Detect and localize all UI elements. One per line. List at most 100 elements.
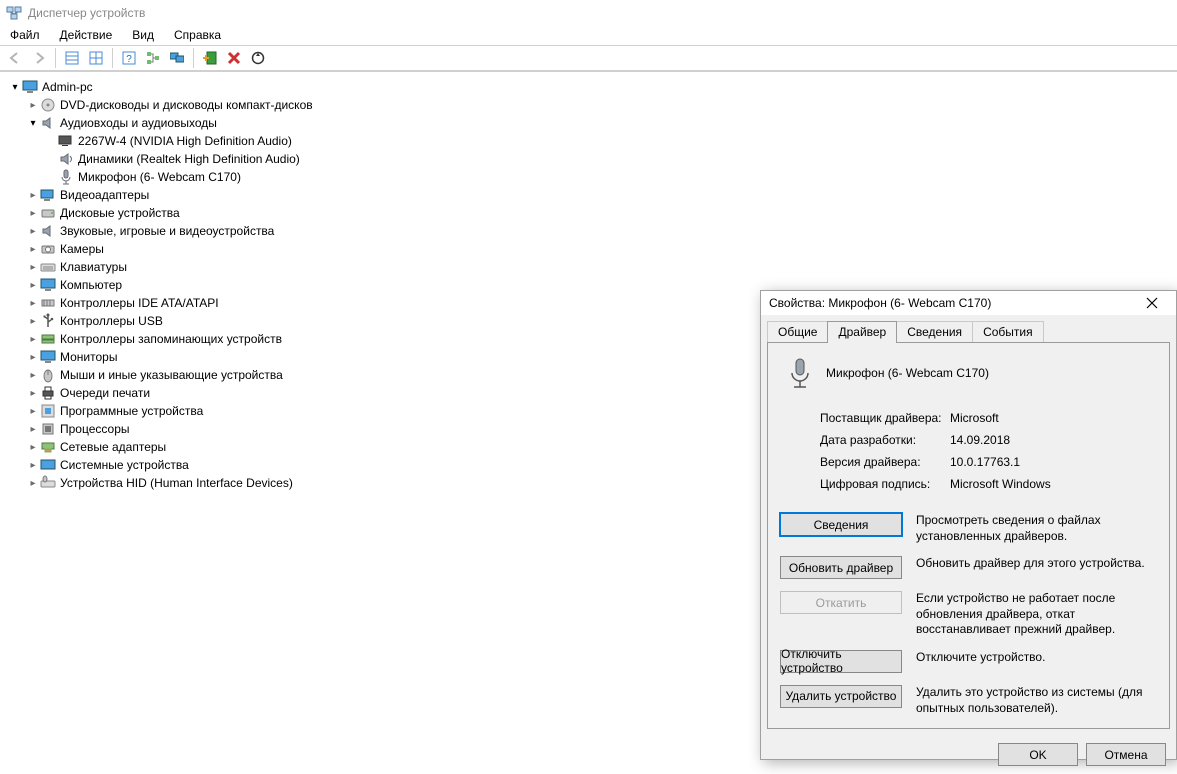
driver-date-row: Дата разработки: 14.09.2018	[820, 433, 1157, 447]
tree-label: Мониторы	[60, 350, 117, 364]
toolbar-separator	[112, 48, 113, 68]
show-table-button[interactable]	[61, 47, 83, 69]
driver-action-row: Обновить драйвер Обновить драйвер для эт…	[780, 556, 1157, 579]
menu-action[interactable]: Действие	[56, 26, 117, 44]
tree-item-audio-child[interactable]: Динамики (Realtek High Definition Audio)	[4, 150, 1173, 168]
app-icon	[6, 5, 22, 21]
microphone-icon	[784, 357, 816, 389]
toolbar: ?	[0, 45, 1177, 71]
tree-view-button[interactable]	[142, 47, 164, 69]
expand-icon[interactable]: ▸	[26, 388, 40, 399]
gpu-icon	[40, 187, 56, 203]
tree-item-keyboards[interactable]: ▸ Клавиатуры	[4, 258, 1173, 276]
expand-icon[interactable]: ▸	[26, 190, 40, 201]
tree-label: Программные устройства	[60, 404, 203, 418]
expand-icon[interactable]: ▸	[26, 244, 40, 255]
audio-icon	[40, 115, 56, 131]
expand-icon[interactable]: ▸	[26, 298, 40, 309]
menu-help[interactable]: Справка	[170, 26, 225, 44]
ide-controller-icon	[40, 295, 56, 311]
tree-label: Звуковые, игровые и видеоустройства	[60, 224, 274, 238]
tab-details[interactable]: Сведения	[896, 321, 973, 342]
forward-button[interactable]	[28, 47, 50, 69]
menu-view[interactable]: Вид	[128, 26, 158, 44]
driver-properties-dialog: Свойства: Микрофон (6- Webcam C170) Общи…	[760, 290, 1177, 760]
uninstall-device-desc: Удалить это устройство из системы (для о…	[916, 685, 1157, 716]
tree-item-video[interactable]: ▸ Видеоадаптеры	[4, 186, 1173, 204]
dialog-footer: OK Отмена	[761, 735, 1176, 774]
tab-general[interactable]: Общие	[767, 321, 828, 342]
driver-action-row: Удалить устройство Удалить это устройств…	[780, 685, 1157, 716]
expand-icon[interactable]: ▸	[26, 460, 40, 471]
label: Поставщик драйвера:	[820, 411, 950, 425]
close-icon	[1146, 297, 1158, 309]
menu-file[interactable]: Файл	[6, 26, 44, 44]
driver-version-row: Версия драйвера: 10.0.17763.1	[820, 455, 1157, 469]
close-button[interactable]	[1136, 291, 1168, 315]
tree-item-audio-child[interactable]: 2267W-4 (NVIDIA High Definition Audio)	[4, 132, 1173, 150]
expand-icon[interactable]: ▸	[26, 226, 40, 237]
tab-driver[interactable]: Драйвер	[827, 321, 897, 343]
display-audio-icon	[58, 133, 74, 149]
help-button[interactable]: ?	[118, 47, 140, 69]
expand-icon[interactable]: ▸	[26, 406, 40, 417]
monitors-view-button[interactable]	[166, 47, 188, 69]
expand-icon[interactable]: ▸	[26, 262, 40, 273]
uninstall-device-button[interactable]: Удалить устройство	[780, 685, 902, 708]
usb-controller-icon	[40, 313, 56, 329]
tree-root[interactable]: ▾ Admin-pc	[4, 78, 1173, 96]
update-driver-button[interactable]: Обновить драйвер	[780, 556, 902, 579]
tree-item-dvd[interactable]: ▸ DVD-дисководы и дисководы компакт-диск…	[4, 96, 1173, 114]
window-title: Диспетчер устройств	[28, 6, 145, 20]
cancel-button[interactable]: Отмена	[1086, 743, 1166, 766]
sound-video-icon	[40, 223, 56, 239]
expand-icon[interactable]: ▸	[26, 334, 40, 345]
value: Microsoft	[950, 411, 999, 425]
collapse-icon[interactable]: ▾	[8, 82, 22, 93]
tree-label: Устройства HID (Human Interface Devices)	[60, 476, 293, 490]
expand-icon[interactable]: ▸	[26, 316, 40, 327]
camera-icon	[40, 241, 56, 257]
tree-item-svc[interactable]: ▸ Звуковые, игровые и видеоустройства	[4, 222, 1173, 240]
tree-item-disk[interactable]: ▸ Дисковые устройства	[4, 204, 1173, 222]
expand-icon[interactable]: ▸	[26, 100, 40, 111]
disable-device-desc: Отключите устройство.	[916, 650, 1157, 666]
back-button[interactable]	[4, 47, 26, 69]
driver-details-button[interactable]: Сведения	[780, 513, 902, 536]
expand-icon[interactable]: ▸	[26, 370, 40, 381]
driver-details-desc: Просмотреть сведения о файлах установлен…	[916, 513, 1157, 544]
scan-hardware-button[interactable]	[247, 47, 269, 69]
ok-button[interactable]: OK	[998, 743, 1078, 766]
tree-label: Сетевые адаптеры	[60, 440, 166, 454]
monitor-icon	[40, 349, 56, 365]
expand-icon[interactable]: ▸	[26, 424, 40, 435]
driver-action-row: Сведения Просмотреть сведения о файлах у…	[780, 513, 1157, 544]
printer-icon	[40, 385, 56, 401]
driver-action-row: Отключить устройство Отключите устройств…	[780, 650, 1157, 673]
expand-icon[interactable]: ▸	[26, 208, 40, 219]
remove-button[interactable]	[223, 47, 245, 69]
cpu-icon	[40, 421, 56, 437]
show-grid-button[interactable]	[85, 47, 107, 69]
mouse-icon	[40, 367, 56, 383]
expand-icon[interactable]: ▸	[26, 478, 40, 489]
tab-events[interactable]: События	[972, 321, 1044, 342]
tree-item-audio[interactable]: ▾ Аудиовходы и аудиовыходы	[4, 114, 1173, 132]
expand-icon[interactable]: ▸	[26, 352, 40, 363]
disable-device-button[interactable]: Отключить устройство	[780, 650, 902, 673]
add-hardware-button[interactable]	[199, 47, 221, 69]
titlebar: Диспетчер устройств	[0, 0, 1177, 25]
expand-icon[interactable]: ▸	[26, 442, 40, 453]
collapse-icon[interactable]: ▾	[26, 118, 40, 129]
microphone-icon	[58, 169, 74, 185]
tree-item-audio-child[interactable]: Микрофон (6- Webcam C170)	[4, 168, 1173, 186]
tree-label: Admin-pc	[42, 80, 93, 94]
expand-icon[interactable]: ▸	[26, 280, 40, 291]
tree-label: 2267W-4 (NVIDIA High Definition Audio)	[78, 134, 292, 148]
storage-controller-icon	[40, 331, 56, 347]
tree-label: Клавиатуры	[60, 260, 127, 274]
tree-item-cameras[interactable]: ▸ Камеры	[4, 240, 1173, 258]
driver-signer-row: Цифровая подпись: Microsoft Windows	[820, 477, 1157, 491]
tree-label: Видеоадаптеры	[60, 188, 149, 202]
computer-icon	[22, 79, 38, 95]
